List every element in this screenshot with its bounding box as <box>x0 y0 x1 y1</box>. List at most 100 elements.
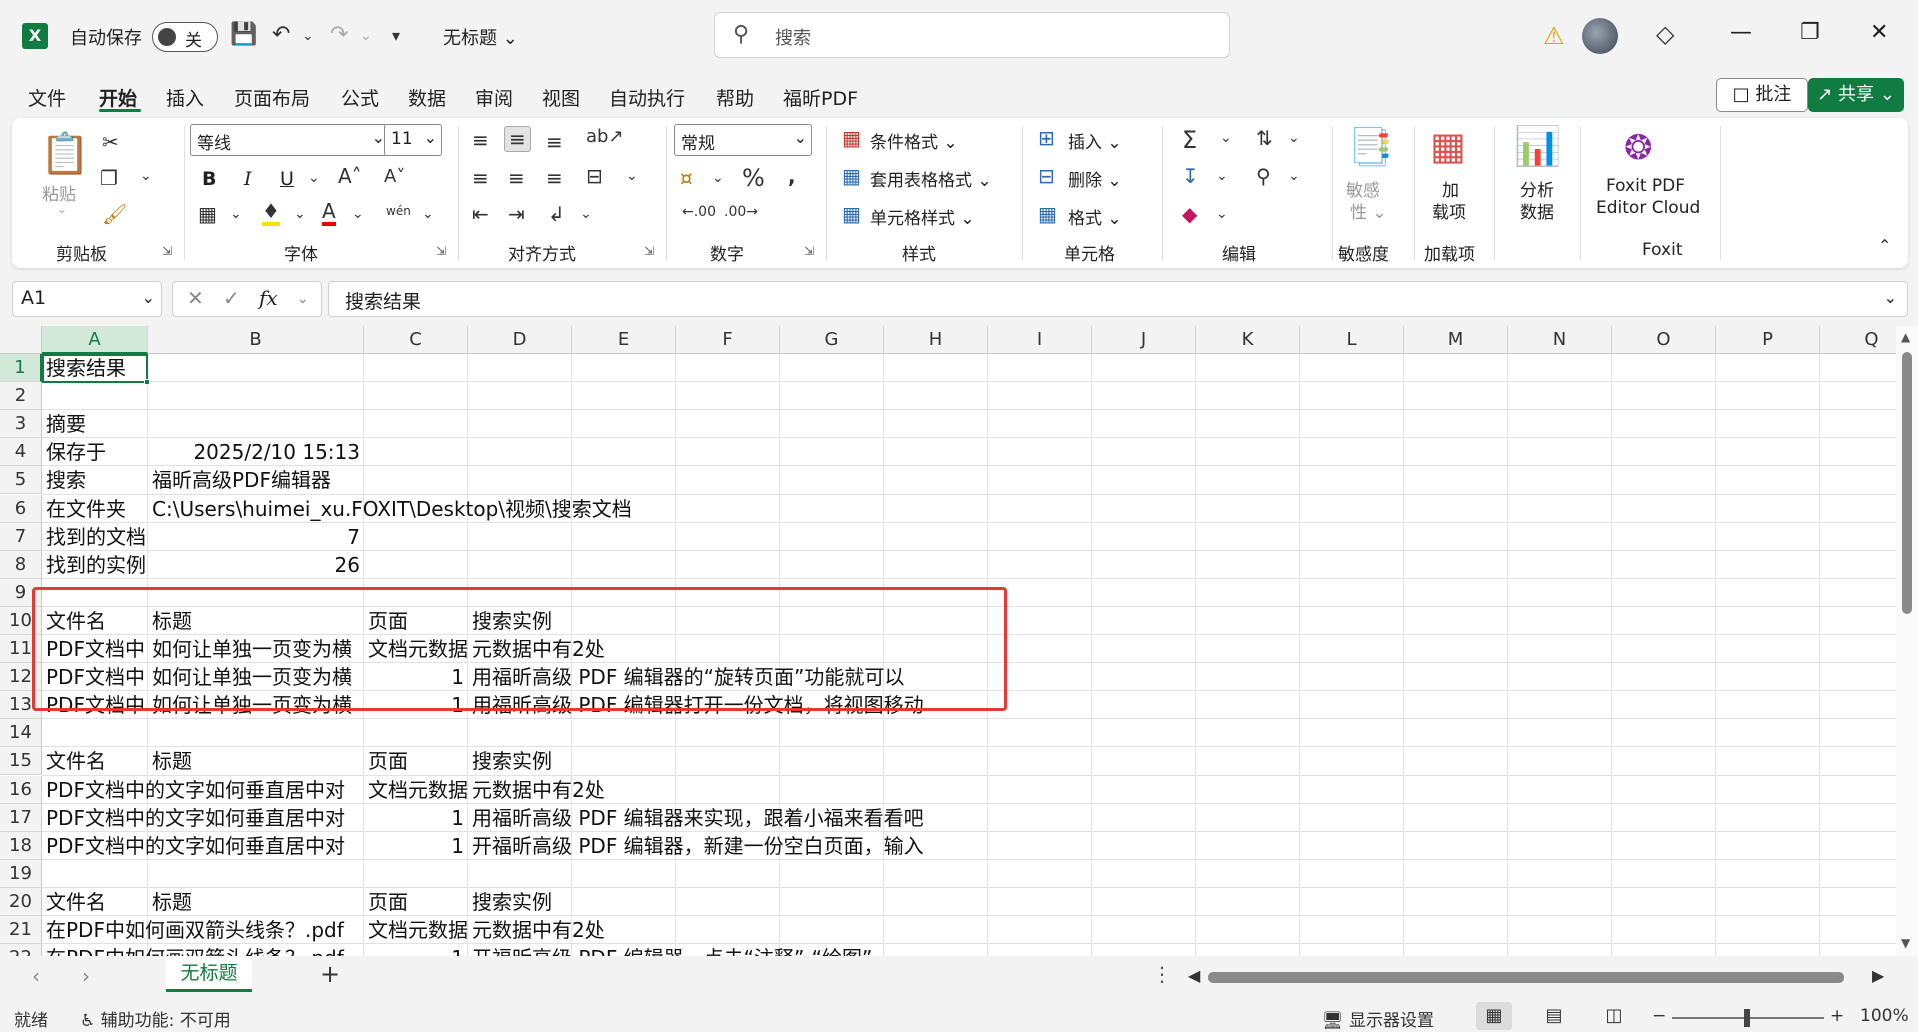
cell-a7[interactable]: 找到的文档 <box>42 523 148 551</box>
insert-function-icon[interactable]: fx <box>259 286 278 310</box>
horizontal-scrollbar[interactable]: ◀ ▶ <box>1188 966 1884 986</box>
align-top-icon[interactable]: ≡ <box>472 128 489 152</box>
cell-c18[interactable]: 1 <box>364 832 468 860</box>
zoom-out-button[interactable]: − <box>1652 1006 1666 1026</box>
find-dropdown-icon[interactable]: ⌄ <box>1288 168 1300 184</box>
sensitivity-icon[interactable]: 📑 <box>1348 126 1393 168</box>
cell-c21[interactable]: 文档元数据 <box>364 916 468 944</box>
cell-c15[interactable]: 页面 <box>364 747 468 775</box>
search-box[interactable]: ⚲ 搜索 <box>714 12 1230 58</box>
underline-dropdown-icon[interactable]: ⌄ <box>308 170 320 186</box>
vertical-scrollbar[interactable]: ▲ ▼ <box>1896 326 1918 956</box>
conditional-format-icon[interactable]: ▦ <box>842 126 861 150</box>
column-header-p[interactable]: P <box>1716 326 1820 354</box>
row-header-20[interactable]: 20 <box>0 887 42 916</box>
cell-b5[interactable]: 福昕高级PDF编辑器 <box>148 466 1918 494</box>
decrease-indent-icon[interactable]: ⇤ <box>472 202 489 226</box>
name-box[interactable]: A1 ⌄ <box>12 281 162 317</box>
alignment-launcher-icon[interactable]: ⇲ <box>644 244 654 258</box>
row-header-21[interactable]: 21 <box>0 916 42 945</box>
foxit-logo-icon[interactable]: ❂ <box>1624 128 1653 168</box>
vertical-scroll-thumb[interactable] <box>1902 352 1912 614</box>
cell-styles-button[interactable]: 单元格样式 ⌄ <box>870 204 975 229</box>
restore-icon[interactable]: ❐ <box>1800 20 1820 45</box>
copy-dropdown-icon[interactable]: ⌄ <box>140 168 152 184</box>
phonetic-dropdown-icon[interactable]: ⌄ <box>422 206 434 222</box>
paste-icon[interactable]: 📋 <box>40 130 90 177</box>
cell-a21[interactable]: 在PDF中如何画双箭头线条？.pdf <box>42 916 364 944</box>
cancel-icon[interactable]: ✕ <box>187 286 204 310</box>
cell-a8[interactable]: 找到的实例 <box>42 551 148 579</box>
delete-cells-icon[interactable]: ⊟ <box>1038 164 1055 188</box>
row-header-18[interactable]: 18 <box>0 831 42 860</box>
avatar[interactable] <box>1582 18 1618 54</box>
find-select-icon[interactable]: ⚲ <box>1256 164 1271 188</box>
phonetic-icon[interactable]: wén <box>386 204 411 218</box>
autosum-dropdown-icon[interactable]: ⌄ <box>1220 130 1232 146</box>
zoom-in-button[interactable]: + <box>1830 1006 1844 1026</box>
tab-review[interactable]: 审阅 <box>475 84 513 111</box>
zoom-level[interactable]: 100% <box>1860 1006 1909 1026</box>
sort-dropdown-icon[interactable]: ⌄ <box>1288 130 1300 146</box>
paste-dropdown-icon[interactable]: ⌄ <box>57 202 67 216</box>
autosave-toggle[interactable]: 关 <box>152 22 218 52</box>
foxit-editor-cloud-button-line2[interactable]: Editor Cloud <box>1596 198 1700 218</box>
cell-a20[interactable]: 文件名 <box>42 888 148 916</box>
row-header-3[interactable]: 3 <box>0 410 42 439</box>
wrap-dropdown-icon[interactable]: ⌄ <box>580 206 592 222</box>
borders-dropdown-icon[interactable]: ⌄ <box>230 206 242 222</box>
select-all-corner[interactable] <box>0 326 42 354</box>
column-header-l[interactable]: L <box>1300 326 1404 354</box>
column-header-n[interactable]: N <box>1508 326 1612 354</box>
align-left-icon[interactable]: ≡ <box>472 166 489 190</box>
save-icon[interactable]: 💾 <box>230 22 257 47</box>
format-as-table-button[interactable]: 套用表格格式 ⌄ <box>870 166 992 191</box>
cell-d16[interactable]: 元数据中有2处 <box>468 776 1918 804</box>
format-cells-button[interactable]: 格式 ⌄ <box>1068 204 1122 229</box>
accessibility-status[interactable]: ♿ 辅助功能: 不可用 <box>80 1006 231 1031</box>
fill-handle[interactable] <box>144 379 150 385</box>
column-header-h[interactable]: H <box>884 326 988 354</box>
tab-file[interactable]: 文件 <box>28 84 66 111</box>
row-header-7[interactable]: 7 <box>0 522 42 551</box>
cell-b8[interactable]: 26 <box>148 551 364 579</box>
wrap-text-icon[interactable]: ↲ <box>548 202 565 226</box>
cell-a17[interactable]: PDF文档中的文字如何垂直居中对 <box>42 804 364 832</box>
analyze-data-icon[interactable]: 📊 <box>1514 124 1561 169</box>
tab-page-layout[interactable]: 页面布局 <box>234 84 310 111</box>
clear-dropdown-icon[interactable]: ⌄ <box>1216 206 1228 222</box>
row-header-6[interactable]: 6 <box>0 494 42 523</box>
fill-icon[interactable]: ↧ <box>1182 164 1199 188</box>
decrease-decimal-icon[interactable]: .00→ <box>724 204 758 220</box>
column-header-m[interactable]: M <box>1404 326 1508 354</box>
collapse-ribbon-icon[interactable]: ⌃ <box>1878 236 1891 255</box>
font-launcher-icon[interactable]: ⇲ <box>436 244 446 258</box>
fill-color-icon[interactable]: ♦ <box>262 200 280 226</box>
tab-help[interactable]: 帮助 <box>716 84 754 111</box>
cell-d21[interactable]: 元数据中有2处 <box>468 916 1918 944</box>
format-as-table-icon[interactable]: ▦ <box>842 164 861 188</box>
addins-button-line2[interactable]: 载项 <box>1432 198 1466 223</box>
cell-b4[interactable]: 2025/2/10 15:13 <box>148 438 364 466</box>
premium-diamond-icon[interactable]: ◇ <box>1656 20 1674 48</box>
currency-icon[interactable]: ¤ <box>680 166 693 190</box>
cut-icon[interactable]: ✂ <box>102 130 119 154</box>
cell-a16[interactable]: PDF文档中的文字如何垂直居中对 <box>42 776 364 804</box>
sort-filter-icon[interactable]: ⇅ <box>1256 126 1273 150</box>
align-center-icon[interactable]: ≡ <box>508 166 525 190</box>
cell-a5[interactable]: 搜索 <box>42 466 148 494</box>
column-header-k[interactable]: K <box>1196 326 1300 354</box>
cell-d22[interactable]: 开福昕高级 PDF 编辑器，点击“注释”-“绘图” <box>468 944 1918 956</box>
row-header-15[interactable]: 15 <box>0 747 42 776</box>
cell-d18[interactable]: 开福昕高级 PDF 编辑器，新建一份空白页面，输入 <box>468 832 1918 860</box>
increase-font-icon[interactable]: A˄ <box>338 164 362 188</box>
align-bottom-icon[interactable]: ≡ <box>546 130 563 154</box>
cell-styles-icon[interactable]: ▦ <box>842 202 861 226</box>
column-header-j[interactable]: J <box>1092 326 1196 354</box>
horizontal-scroll-thumb[interactable] <box>1208 972 1844 983</box>
cell-c16[interactable]: 文档元数据 <box>364 776 468 804</box>
cell-a6[interactable]: 在文件夹 <box>42 495 148 523</box>
align-right-icon[interactable]: ≡ <box>546 166 563 190</box>
row-header-17[interactable]: 17 <box>0 803 42 832</box>
tab-home[interactable]: 开始 <box>99 84 137 111</box>
